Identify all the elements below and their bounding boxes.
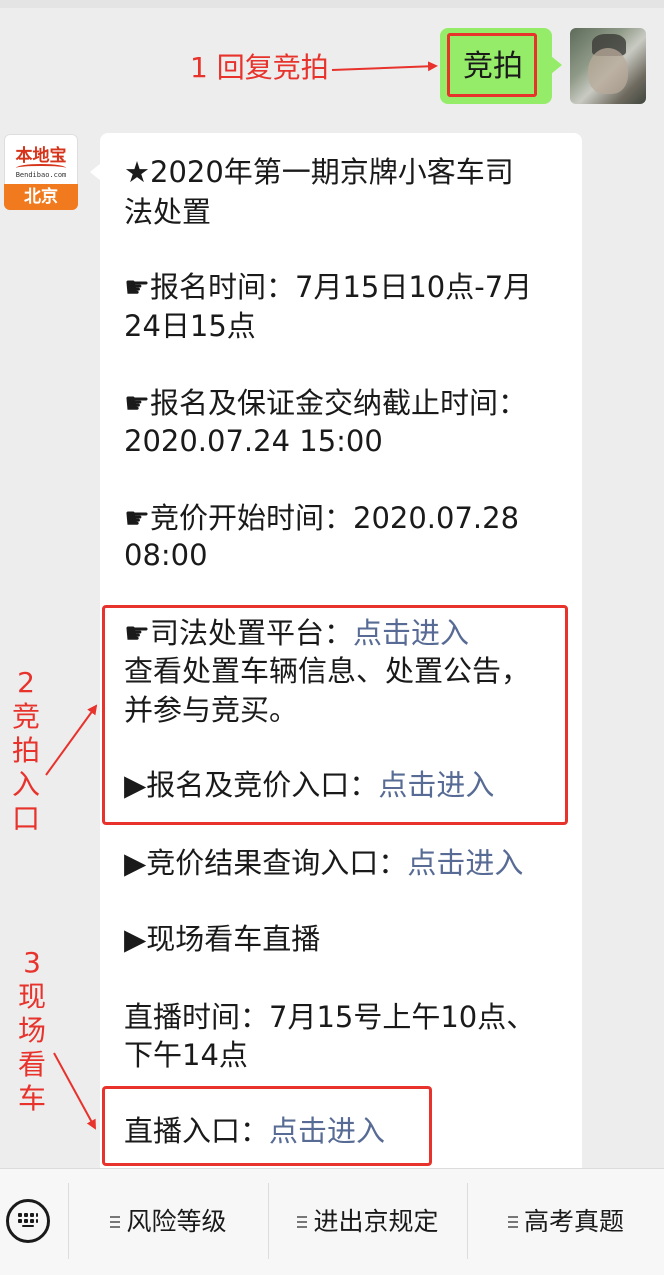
message-title-line1: ★2020年第一期京牌小客车司 — [124, 155, 514, 189]
live-time-line2: 下午14点 — [124, 1038, 248, 1072]
annotation-step3: 3 现 场 看 车 — [17, 946, 46, 1115]
annotation-step2: 2 竞 拍 入 口 — [11, 666, 40, 835]
highlight-box-bid-entry — [102, 605, 568, 825]
live-time-line1: 直播时间：7月15号上午10点、 — [124, 1000, 536, 1034]
keyboard-icon — [6, 1199, 50, 1243]
signup-time-line1: ☛报名时间：7月15日10点-7月 — [124, 270, 533, 304]
menu-item-risk-level[interactable]: 风险等级 — [69, 1169, 268, 1275]
result-label: ▶竞价结果查询入口： — [124, 846, 408, 880]
bottom-menu-bar: 风险等级 进出京规定 高考真题 — [0, 1168, 664, 1275]
menu-item-exam-papers[interactable]: 高考真题 — [468, 1169, 664, 1275]
keyboard-toggle-button[interactable] — [0, 1169, 68, 1275]
bid-start-line2: 08:00 — [124, 538, 208, 572]
bot-avatar-site: Bendibao.com — [15, 171, 67, 179]
menu-item-beijing-rules[interactable]: 进出京规定 — [269, 1169, 467, 1275]
menu-lines-icon — [297, 1213, 308, 1231]
menu-lines-icon — [507, 1213, 518, 1231]
menu-item-label: 高考真题 — [523, 1207, 624, 1236]
result-line: ▶竞价结果查询入口：点击进入 — [124, 844, 523, 882]
result-link[interactable]: 点击进入 — [407, 846, 523, 880]
deposit-deadline-line2: 2020.07.24 15:00 — [124, 424, 383, 458]
deposit-deadline-line1: ☛报名及保证金交纳截止时间： — [124, 386, 527, 420]
highlight-box-live-entry — [102, 1086, 432, 1166]
message-title-line2: 法处置 — [124, 195, 212, 229]
menu-item-label: 进出京规定 — [313, 1207, 439, 1236]
bot-avatar-city: 北京 — [4, 184, 78, 210]
signup-time-line2: 24日15点 — [124, 309, 256, 343]
bot-avatar-brand: 本地宝 — [15, 146, 67, 166]
menu-item-label: 风险等级 — [126, 1207, 227, 1236]
bot-avatar[interactable]: 本地宝 Bendibao.com 北京 — [4, 134, 78, 210]
bid-start-line1: ☛竞价开始时间：2020.07.28 — [124, 501, 520, 535]
menu-lines-icon — [110, 1213, 121, 1231]
live-title: ▶现场看车直播 — [124, 922, 321, 956]
